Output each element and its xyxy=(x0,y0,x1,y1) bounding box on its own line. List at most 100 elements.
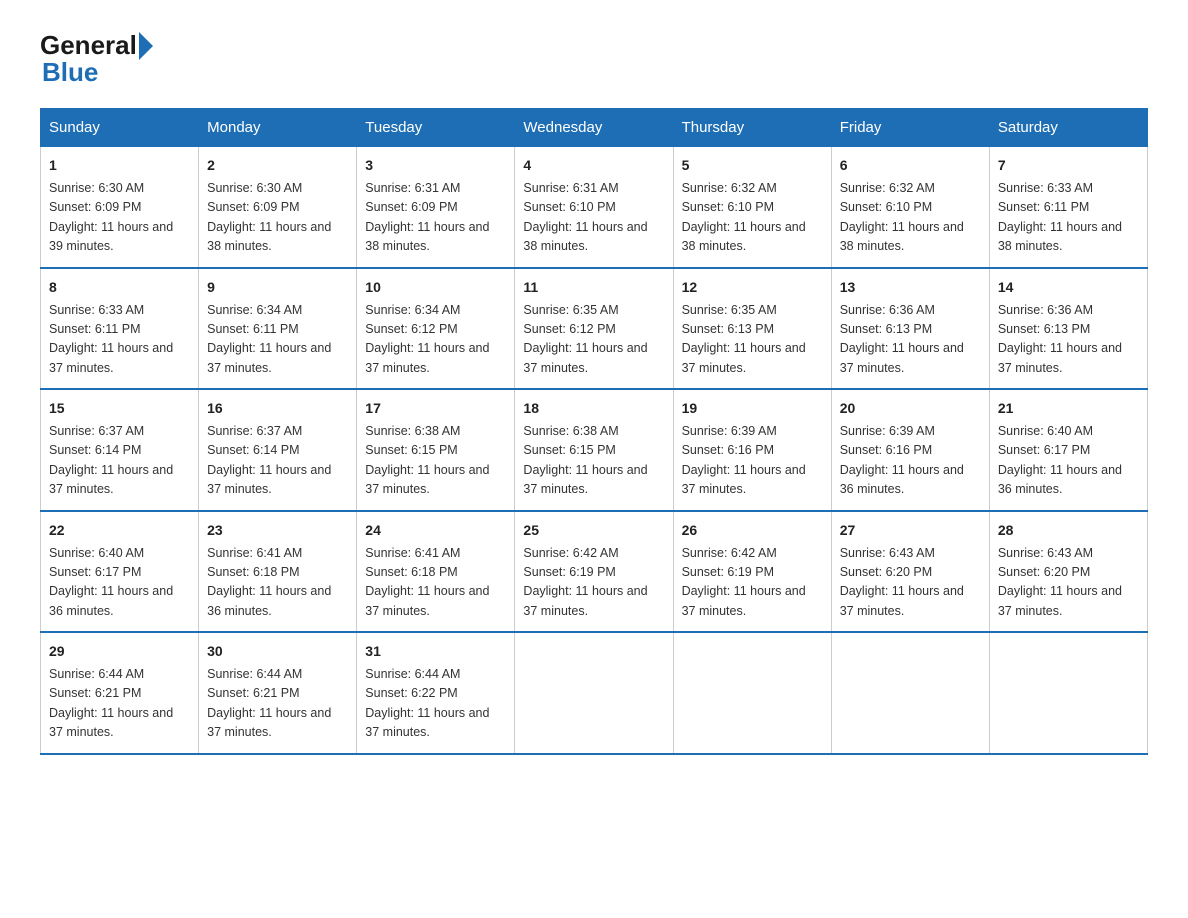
calendar-cell: 10 Sunrise: 6:34 AMSunset: 6:12 PMDayligh… xyxy=(357,268,515,390)
day-info: Sunrise: 6:32 AMSunset: 6:10 PMDaylight:… xyxy=(682,179,823,257)
day-info: Sunrise: 6:42 AMSunset: 6:19 PMDaylight:… xyxy=(523,544,664,622)
calendar-cell: 14 Sunrise: 6:36 AMSunset: 6:13 PMDayligh… xyxy=(989,268,1147,390)
calendar-cell: 21Sunrise: 6:40 AMSunset: 6:17 PMDayligh… xyxy=(989,389,1147,511)
day-info: Sunrise: 6:34 AMSunset: 6:11 PMDaylight:… xyxy=(207,301,348,379)
calendar-cell: 9 Sunrise: 6:34 AMSunset: 6:11 PMDaylight… xyxy=(199,268,357,390)
day-number: 21 xyxy=(998,398,1139,419)
calendar-cell: 24 Sunrise: 6:41 AMSunset: 6:18 PMDayligh… xyxy=(357,511,515,633)
day-number: 12 xyxy=(682,277,823,298)
day-number: 16 xyxy=(207,398,348,419)
day-info: Sunrise: 6:44 AMSunset: 6:21 PMDaylight:… xyxy=(207,665,348,743)
calendar-cell: 25 Sunrise: 6:42 AMSunset: 6:19 PMDayligh… xyxy=(515,511,673,633)
day-number: 26 xyxy=(682,520,823,541)
day-info: Sunrise: 6:30 AMSunset: 6:09 PMDaylight:… xyxy=(207,179,348,257)
calendar-cell: 23Sunrise: 6:41 AMSunset: 6:18 PMDayligh… xyxy=(199,511,357,633)
day-info: Sunrise: 6:43 AMSunset: 6:20 PMDaylight:… xyxy=(998,544,1139,622)
day-info: Sunrise: 6:34 AMSunset: 6:12 PMDaylight:… xyxy=(365,301,506,379)
calendar-week-row: 1 Sunrise: 6:30 AMSunset: 6:09 PMDaylight… xyxy=(41,147,1148,268)
calendar-cell: 6 Sunrise: 6:32 AMSunset: 6:10 PMDaylight… xyxy=(831,147,989,268)
day-number: 29 xyxy=(49,641,190,662)
calendar-cell: 7 Sunrise: 6:33 AMSunset: 6:11 PMDaylight… xyxy=(989,147,1147,268)
calendar-cell: 4 Sunrise: 6:31 AMSunset: 6:10 PMDaylight… xyxy=(515,147,673,268)
day-info: Sunrise: 6:33 AMSunset: 6:11 PMDaylight:… xyxy=(49,301,190,379)
calendar-cell: 13 Sunrise: 6:36 AMSunset: 6:13 PMDayligh… xyxy=(831,268,989,390)
calendar-cell: 29 Sunrise: 6:44 AMSunset: 6:21 PMDayligh… xyxy=(41,632,199,754)
day-number: 4 xyxy=(523,155,664,176)
day-number: 1 xyxy=(49,155,190,176)
day-info: Sunrise: 6:31 AMSunset: 6:10 PMDaylight:… xyxy=(523,179,664,257)
day-info: Sunrise: 6:41 AMSunset: 6:18 PMDaylight:… xyxy=(365,544,506,622)
day-number: 9 xyxy=(207,277,348,298)
day-info: Sunrise: 6:37 AMSunset: 6:14 PMDaylight:… xyxy=(207,422,348,500)
day-number: 30 xyxy=(207,641,348,662)
day-number: 11 xyxy=(523,277,664,298)
day-info: Sunrise: 6:38 AMSunset: 6:15 PMDaylight:… xyxy=(365,422,506,500)
day-number: 20 xyxy=(840,398,981,419)
calendar-week-row: 22Sunrise: 6:40 AMSunset: 6:17 PMDayligh… xyxy=(41,511,1148,633)
day-info: Sunrise: 6:43 AMSunset: 6:20 PMDaylight:… xyxy=(840,544,981,622)
page-header: General Blue xyxy=(40,30,1148,88)
day-info: Sunrise: 6:44 AMSunset: 6:22 PMDaylight:… xyxy=(365,665,506,743)
day-number: 7 xyxy=(998,155,1139,176)
logo-arrow-icon xyxy=(139,32,153,60)
calendar-week-row: 8 Sunrise: 6:33 AMSunset: 6:11 PMDaylight… xyxy=(41,268,1148,390)
day-info: Sunrise: 6:30 AMSunset: 6:09 PMDaylight:… xyxy=(49,179,190,257)
calendar-cell xyxy=(515,632,673,754)
calendar-cell: 17Sunrise: 6:38 AMSunset: 6:15 PMDayligh… xyxy=(357,389,515,511)
calendar-cell: 16 Sunrise: 6:37 AMSunset: 6:14 PMDayligh… xyxy=(199,389,357,511)
day-number: 25 xyxy=(523,520,664,541)
day-number: 24 xyxy=(365,520,506,541)
calendar-cell: 5 Sunrise: 6:32 AMSunset: 6:10 PMDaylight… xyxy=(673,147,831,268)
day-info: Sunrise: 6:33 AMSunset: 6:11 PMDaylight:… xyxy=(998,179,1139,257)
day-number: 10 xyxy=(365,277,506,298)
calendar-cell: 31 Sunrise: 6:44 AMSunset: 6:22 PMDayligh… xyxy=(357,632,515,754)
calendar-cell: 27Sunrise: 6:43 AMSunset: 6:20 PMDayligh… xyxy=(831,511,989,633)
day-number: 6 xyxy=(840,155,981,176)
day-number: 19 xyxy=(682,398,823,419)
calendar-table: Sunday Monday Tuesday Wednesday Thursday… xyxy=(40,108,1148,755)
logo-blue-text: Blue xyxy=(42,57,98,88)
day-number: 13 xyxy=(840,277,981,298)
logo: General Blue xyxy=(40,30,153,88)
calendar-cell: 20 Sunrise: 6:39 AMSunset: 6:16 PMDayligh… xyxy=(831,389,989,511)
header-saturday: Saturday xyxy=(989,109,1147,147)
calendar-cell xyxy=(673,632,831,754)
day-info: Sunrise: 6:32 AMSunset: 6:10 PMDaylight:… xyxy=(840,179,981,257)
calendar-cell: 26Sunrise: 6:42 AMSunset: 6:19 PMDayligh… xyxy=(673,511,831,633)
calendar-cell xyxy=(831,632,989,754)
day-info: Sunrise: 6:31 AMSunset: 6:09 PMDaylight:… xyxy=(365,179,506,257)
calendar-cell: 30 Sunrise: 6:44 AMSunset: 6:21 PMDayligh… xyxy=(199,632,357,754)
header-wednesday: Wednesday xyxy=(515,109,673,147)
calendar-cell: 12 Sunrise: 6:35 AMSunset: 6:13 PMDayligh… xyxy=(673,268,831,390)
day-info: Sunrise: 6:36 AMSunset: 6:13 PMDaylight:… xyxy=(840,301,981,379)
calendar-week-row: 15 Sunrise: 6:37 AMSunset: 6:14 PMDayligh… xyxy=(41,389,1148,511)
calendar-cell: 19 Sunrise: 6:39 AMSunset: 6:16 PMDayligh… xyxy=(673,389,831,511)
day-info: Sunrise: 6:36 AMSunset: 6:13 PMDaylight:… xyxy=(998,301,1139,379)
day-info: Sunrise: 6:41 AMSunset: 6:18 PMDaylight:… xyxy=(207,544,348,622)
day-info: Sunrise: 6:38 AMSunset: 6:15 PMDaylight:… xyxy=(523,422,664,500)
day-number: 28 xyxy=(998,520,1139,541)
day-number: 15 xyxy=(49,398,190,419)
header-monday: Monday xyxy=(199,109,357,147)
calendar-cell: 18Sunrise: 6:38 AMSunset: 6:15 PMDayligh… xyxy=(515,389,673,511)
day-number: 2 xyxy=(207,155,348,176)
day-info: Sunrise: 6:35 AMSunset: 6:12 PMDaylight:… xyxy=(523,301,664,379)
calendar-cell: 2 Sunrise: 6:30 AMSunset: 6:09 PMDaylight… xyxy=(199,147,357,268)
header-thursday: Thursday xyxy=(673,109,831,147)
calendar-week-row: 29 Sunrise: 6:44 AMSunset: 6:21 PMDayligh… xyxy=(41,632,1148,754)
day-info: Sunrise: 6:39 AMSunset: 6:16 PMDaylight:… xyxy=(840,422,981,500)
calendar-cell: 22Sunrise: 6:40 AMSunset: 6:17 PMDayligh… xyxy=(41,511,199,633)
day-info: Sunrise: 6:39 AMSunset: 6:16 PMDaylight:… xyxy=(682,422,823,500)
day-number: 5 xyxy=(682,155,823,176)
day-number: 14 xyxy=(998,277,1139,298)
day-number: 31 xyxy=(365,641,506,662)
calendar-cell: 11 Sunrise: 6:35 AMSunset: 6:12 PMDayligh… xyxy=(515,268,673,390)
calendar-cell: 15Sunrise: 6:37 AMSunset: 6:14 PMDayligh… xyxy=(41,389,199,511)
day-info: Sunrise: 6:35 AMSunset: 6:13 PMDaylight:… xyxy=(682,301,823,379)
header-tuesday: Tuesday xyxy=(357,109,515,147)
day-info: Sunrise: 6:44 AMSunset: 6:21 PMDaylight:… xyxy=(49,665,190,743)
day-number: 3 xyxy=(365,155,506,176)
calendar-cell: 28 Sunrise: 6:43 AMSunset: 6:20 PMDayligh… xyxy=(989,511,1147,633)
day-number: 8 xyxy=(49,277,190,298)
header-sunday: Sunday xyxy=(41,109,199,147)
